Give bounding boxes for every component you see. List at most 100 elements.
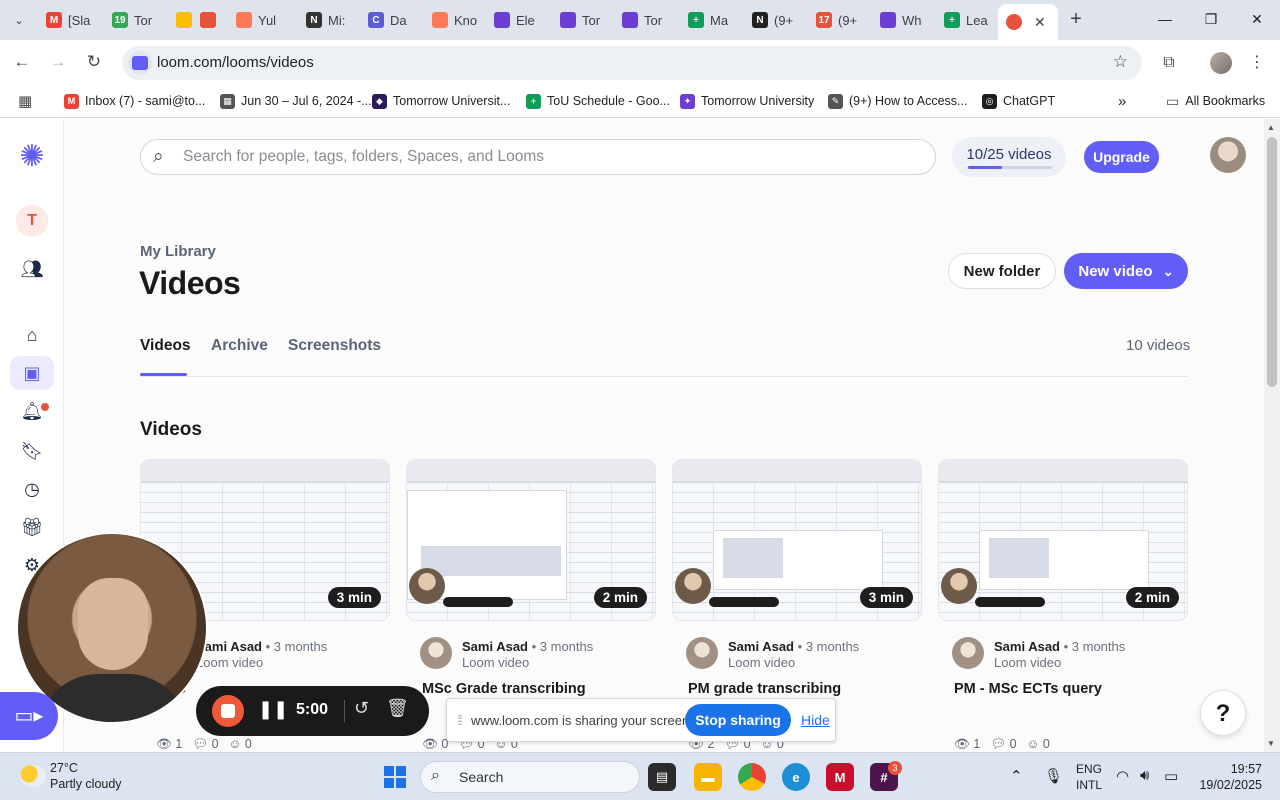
bookmark-item[interactable]: ◎ ChatGPT bbox=[982, 92, 1055, 110]
upgrade-button[interactable]: Upgrade bbox=[1084, 141, 1159, 173]
video-quota-badge[interactable]: 10/25 videos bbox=[952, 137, 1066, 177]
bookmark-item[interactable]: + ToU Schedule - Goo... bbox=[526, 92, 670, 110]
bookmark-item[interactable]: ▦ Jun 30 – Jul 6, 2024 -... bbox=[220, 92, 372, 110]
scroll-down-icon[interactable]: ▼ bbox=[1267, 739, 1275, 748]
user-avatar[interactable] bbox=[1210, 137, 1246, 173]
tab-archive[interactable]: Archive bbox=[211, 337, 268, 355]
forward-arrow-icon[interactable]: → bbox=[46, 50, 70, 74]
browser-tab[interactable] bbox=[176, 6, 196, 34]
browser-tab[interactable]: 17 (9+ bbox=[816, 6, 872, 34]
minimize-icon[interactable]: — bbox=[1150, 8, 1180, 32]
scrollbar-thumb[interactable] bbox=[1267, 137, 1277, 387]
drag-handle-icon[interactable]: ⁞⁞ bbox=[457, 712, 463, 728]
bookmark-item[interactable]: ◆ Tomorrow Universit... bbox=[372, 92, 510, 110]
url-text[interactable]: loom.com/looms/videos bbox=[157, 54, 314, 71]
browser-tab[interactable]: Tor bbox=[560, 6, 616, 34]
video-title[interactable]: MSc Grade transcribing bbox=[422, 681, 586, 697]
language-indicator[interactable]: ENG INTL bbox=[1076, 761, 1102, 793]
close-tab-icon[interactable]: ✕ bbox=[1034, 14, 1046, 31]
workspace-avatar[interactable]: T bbox=[16, 205, 48, 237]
camera-toggle-icon[interactable]: ▭▸ bbox=[0, 692, 58, 740]
mcafee-shield-icon[interactable]: M bbox=[826, 763, 854, 791]
stop-sharing-button[interactable]: Stop sharing bbox=[685, 704, 791, 736]
trash-icon[interactable]: 🗑︎ bbox=[386, 698, 409, 719]
tab-videos[interactable]: Videos bbox=[140, 337, 191, 355]
tab-search-chevron-icon[interactable]: ⌄ bbox=[8, 9, 30, 31]
weather-sun-cloud-icon[interactable] bbox=[20, 765, 46, 787]
browser-tab[interactable]: + Ma bbox=[688, 6, 744, 34]
wifi-icon[interactable]: ◠ bbox=[1116, 767, 1129, 785]
pause-icon[interactable]: ❚❚ bbox=[258, 699, 288, 720]
help-button[interactable]: ? bbox=[1200, 690, 1246, 736]
weather-desc[interactable]: Partly cloudy bbox=[50, 777, 122, 791]
history-clock-icon[interactable]: ◷ bbox=[20, 477, 44, 501]
chrome-menu-icon[interactable]: ⋮ bbox=[1246, 52, 1268, 74]
back-arrow-icon[interactable]: ← bbox=[10, 50, 34, 74]
address-bar[interactable]: loom.com/looms/videos ☆ bbox=[122, 46, 1142, 80]
close-window-icon[interactable]: ✕ bbox=[1242, 8, 1272, 32]
browser-tab[interactable]: N Mi: bbox=[306, 6, 362, 34]
bookmarks-overflow-icon[interactable]: » bbox=[1118, 92, 1126, 110]
video-title[interactable]: PM grade transcribing bbox=[688, 681, 841, 697]
browser-tab[interactable]: N (9+ bbox=[752, 6, 808, 34]
reload-icon[interactable]: ↻ bbox=[82, 50, 106, 74]
video-thumbnail[interactable]: 2 min bbox=[406, 459, 656, 621]
site-info-icon[interactable] bbox=[128, 51, 152, 75]
search-input[interactable] bbox=[183, 144, 923, 170]
new-video-button[interactable]: New video ⌄ bbox=[1064, 253, 1188, 289]
tray-chevron-up-icon[interactable]: ⌃ bbox=[1010, 767, 1023, 785]
bookmark-item[interactable]: ✎ (9+) How to Access... bbox=[828, 92, 967, 110]
apps-grid-icon[interactable]: ▦ bbox=[18, 92, 32, 110]
bookmark-star-icon[interactable]: ☆ bbox=[1113, 52, 1128, 72]
notifications-bell-icon[interactable]: 🔔︎ bbox=[20, 399, 44, 423]
browser-tab[interactable]: C Da bbox=[368, 6, 424, 34]
restart-icon[interactable]: ↺ bbox=[354, 698, 369, 719]
extensions-puzzle-icon[interactable]: ⧉ bbox=[1158, 52, 1180, 74]
microphone-icon[interactable]: 🎙︎ bbox=[1044, 767, 1063, 785]
browser-tab[interactable]: Tor bbox=[622, 6, 678, 34]
tab-screenshots[interactable]: Screenshots bbox=[288, 337, 381, 355]
chrome-profile-avatar[interactable] bbox=[1210, 52, 1232, 74]
library-videos-icon[interactable]: ▣ bbox=[10, 356, 54, 390]
hide-link[interactable]: Hide bbox=[801, 712, 830, 728]
breadcrumb[interactable]: My Library bbox=[140, 243, 216, 260]
browser-tab[interactable]: Kno bbox=[432, 6, 488, 34]
stop-recording-button[interactable] bbox=[212, 695, 244, 727]
bookmark-icon[interactable]: 🔖︎ bbox=[20, 439, 44, 463]
video-thumbnail[interactable]: 2 min bbox=[938, 459, 1188, 621]
browser-tab[interactable]: Yul bbox=[236, 6, 292, 34]
scroll-up-icon[interactable]: ▲ bbox=[1267, 123, 1275, 132]
members-icon[interactable]: 👥︎ bbox=[20, 257, 44, 281]
gift-icon[interactable]: 🎁︎ bbox=[20, 515, 44, 539]
chrome-icon[interactable] bbox=[738, 763, 766, 791]
system-clock[interactable]: 19:57 19/02/2025 bbox=[1198, 761, 1262, 793]
tab-loom-active[interactable]: ✕ bbox=[998, 4, 1058, 40]
battery-icon[interactable]: ▭ bbox=[1164, 767, 1178, 785]
weather-temp[interactable]: 27°C bbox=[50, 761, 78, 775]
browser-tab[interactable]: + Lea bbox=[944, 6, 1000, 34]
browser-tab[interactable] bbox=[200, 6, 220, 34]
video-thumbnail[interactable]: 3 min bbox=[672, 459, 922, 621]
browser-tab[interactable]: M [Sla bbox=[46, 6, 102, 34]
video-card[interactable]: 2 min Sami Asad • 3 months Loom video PM - … bbox=[938, 459, 1188, 752]
page-scrollbar[interactable]: ▲ ▼ bbox=[1264, 119, 1280, 752]
all-bookmarks-folder[interactable]: ▭ All Bookmarks bbox=[1166, 92, 1265, 110]
new-tab-plus-icon[interactable]: + bbox=[1064, 8, 1088, 32]
search-bar[interactable]: ⌕ bbox=[140, 139, 936, 175]
windows-start-icon[interactable] bbox=[384, 766, 406, 788]
home-icon[interactable]: ⌂ bbox=[20, 323, 44, 347]
new-folder-button[interactable]: New folder bbox=[948, 253, 1056, 289]
browser-tab[interactable]: Ele bbox=[494, 6, 550, 34]
edge-icon[interactable]: e bbox=[782, 763, 810, 791]
restore-icon[interactable]: ❐ bbox=[1196, 8, 1226, 32]
browser-tab[interactable]: 19 Tor bbox=[112, 6, 168, 34]
loom-logo-icon[interactable]: ✺ bbox=[14, 139, 50, 175]
volume-icon[interactable]: 🔊︎ bbox=[1140, 767, 1149, 784]
file-explorer-icon[interactable]: ▬ bbox=[694, 763, 722, 791]
bookmark-item[interactable]: ✦ Tomorrow University bbox=[680, 92, 814, 110]
video-title[interactable]: PM - MSc ECTs query bbox=[954, 681, 1102, 697]
task-view-icon[interactable]: ▤ bbox=[648, 763, 676, 791]
bookmark-item[interactable]: M Inbox (7) - sami@to... bbox=[64, 92, 205, 110]
browser-tab[interactable]: Wh bbox=[880, 6, 936, 34]
taskbar-search[interactable]: ⌕ Search bbox=[420, 761, 640, 793]
